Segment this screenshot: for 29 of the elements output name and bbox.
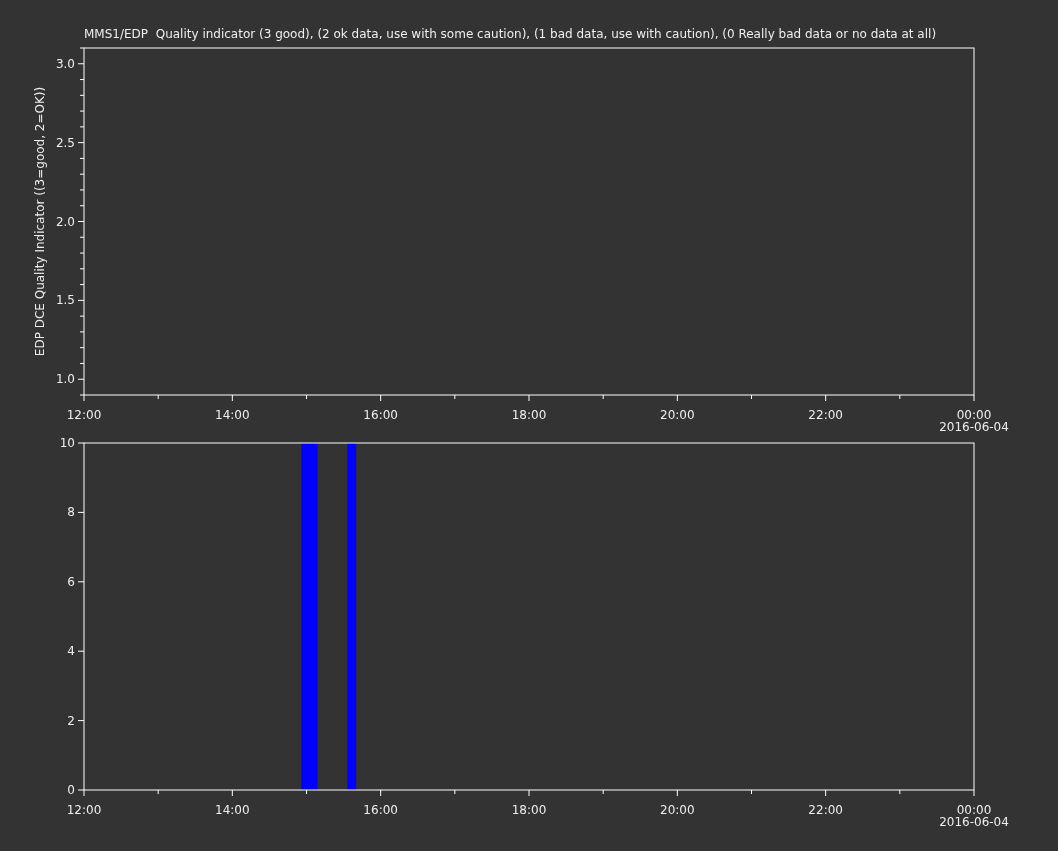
axis-title: EDP DCE Quality Indicator ((3=good, 2=OK)) [33, 86, 47, 357]
tick-label: 1.0 [55, 372, 75, 387]
tick-label: 1.5 [55, 293, 75, 308]
tick-label: 6 [67, 574, 75, 589]
tick-label: 10 [59, 437, 75, 450]
tick-label: 20:00 [660, 803, 695, 817]
tick-label: 20:00 [660, 408, 695, 422]
date-label: 2016-06-04 [939, 420, 1009, 434]
tick-label: 14:00 [215, 408, 250, 422]
tick-label: 14:00 [215, 803, 250, 817]
tick-label: 22:00 [808, 408, 843, 422]
tick-label: 12:00 [66, 803, 102, 817]
tick-label: 00:00 [956, 408, 992, 422]
tick-label: 2.5 [55, 135, 75, 150]
tick-label: 12:00 [66, 408, 102, 422]
tick-label: 4 [67, 644, 75, 659]
date-label: 2016-06-04 [939, 815, 1009, 829]
tick-label: 0 [67, 783, 75, 797]
tick-label: 18:00 [511, 803, 547, 817]
tick-label: 2 [67, 713, 75, 728]
chart-title: MMS1/EDP Quality indicator (3 good), (2 ok data, use with some caution), (1 bad data, use with caution), (0 Really bad data or no data at all) [84, 27, 937, 41]
tick-label: 00:00 [956, 803, 992, 817]
tick-label: 16:00 [363, 408, 398, 422]
tick-label: 22:00 [808, 803, 843, 817]
tick-label: 2.0 [55, 214, 75, 229]
tick-label: 3.0 [55, 56, 75, 71]
tick-label: 18:00 [511, 408, 547, 422]
tick-label: 16:00 [363, 803, 398, 817]
tick-label: 8 [67, 505, 75, 520]
